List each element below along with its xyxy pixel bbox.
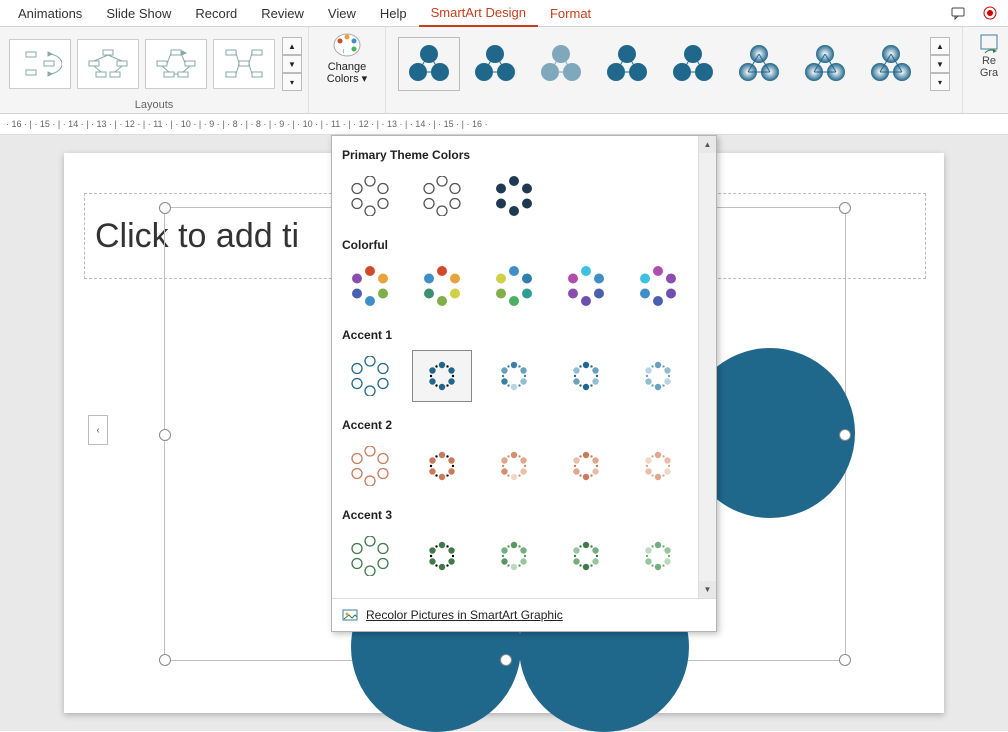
resize-handle-sw[interactable] bbox=[159, 654, 171, 666]
slide-canvas: Click to add ti [T ‹ ▲ ▼ bbox=[0, 135, 1008, 731]
color-accent2-1[interactable] bbox=[412, 440, 472, 492]
color-accent3-2[interactable] bbox=[484, 530, 544, 582]
color-colorful-2[interactable] bbox=[412, 260, 472, 312]
smartart-style-7[interactable] bbox=[794, 37, 856, 91]
color-accent1-1[interactable] bbox=[412, 350, 472, 402]
color-accent3-4[interactable] bbox=[628, 530, 688, 582]
resize-handle-e[interactable] bbox=[839, 429, 851, 441]
smartart-style-8[interactable] bbox=[860, 37, 922, 91]
text-pane-toggle[interactable]: ‹ bbox=[88, 415, 108, 445]
group-change-colors: Change Colors ▾ bbox=[309, 27, 386, 113]
section-primary: Primary Theme Colors bbox=[340, 144, 708, 168]
styles-gallery-spin: ▲▼▾ bbox=[930, 37, 950, 91]
color-primary-outline-1[interactable] bbox=[340, 170, 400, 222]
layout-option-3[interactable] bbox=[145, 39, 207, 89]
palette-icon bbox=[332, 31, 362, 59]
color-accent1-3[interactable] bbox=[556, 350, 616, 402]
resize-handle-nw[interactable] bbox=[159, 202, 171, 214]
tab-slideshow[interactable]: Slide Show bbox=[94, 0, 183, 26]
color-primary-outline-2[interactable] bbox=[412, 170, 472, 222]
group-label-layouts: Layouts bbox=[135, 97, 174, 113]
color-accent1-4[interactable] bbox=[628, 350, 688, 402]
dropdown-scrollbar[interactable]: ▲ ▼ bbox=[698, 136, 716, 598]
resize-handle-s[interactable] bbox=[500, 654, 512, 666]
styles-scroll-up[interactable]: ▲ bbox=[930, 37, 950, 55]
color-colorful-1[interactable] bbox=[340, 260, 400, 312]
tab-animations[interactable]: Animations bbox=[6, 0, 94, 26]
color-row bbox=[340, 528, 708, 594]
color-accent3-outline[interactable] bbox=[340, 530, 400, 582]
ribbon-tabs: Animations Slide Show Record Review View… bbox=[0, 0, 1008, 27]
scroll-down-button[interactable]: ▼ bbox=[699, 581, 716, 598]
smartart-style-6[interactable] bbox=[728, 37, 790, 91]
group-reset: Re Gra bbox=[963, 27, 1008, 113]
ribbon: ▲ ▼ ▾ Layouts Change Colors ▾ bbox=[0, 27, 1008, 114]
scroll-up-button[interactable]: ▲ bbox=[699, 136, 716, 153]
tab-format[interactable]: Format bbox=[538, 0, 603, 26]
tab-smartart-design[interactable]: SmartArt Design bbox=[419, 0, 538, 27]
color-colorful-3[interactable] bbox=[484, 260, 544, 312]
color-row bbox=[340, 258, 708, 324]
section-accent3: Accent 3 bbox=[340, 504, 708, 528]
smartart-style-5[interactable] bbox=[662, 37, 724, 91]
resize-handle-se[interactable] bbox=[839, 654, 851, 666]
color-row bbox=[340, 438, 708, 504]
tab-record[interactable]: Record bbox=[183, 0, 249, 26]
group-layouts: ▲ ▼ ▾ Layouts bbox=[0, 27, 309, 113]
color-colorful-4[interactable] bbox=[556, 260, 616, 312]
color-row bbox=[340, 168, 708, 234]
section-accent1: Accent 1 bbox=[340, 324, 708, 348]
smartart-style-1[interactable] bbox=[398, 37, 460, 91]
smartart-style-3[interactable] bbox=[530, 37, 592, 91]
tab-review[interactable]: Review bbox=[249, 0, 316, 26]
tab-view[interactable]: View bbox=[316, 0, 368, 26]
horizontal-ruler: · 16 · | · 15 · | · 14 · | · 13 · | · 12… bbox=[0, 114, 1008, 135]
comments-button[interactable] bbox=[946, 1, 970, 25]
tab-help[interactable]: Help bbox=[368, 0, 419, 26]
layout-option-4[interactable] bbox=[213, 39, 275, 89]
color-accent1-outline[interactable] bbox=[340, 350, 400, 402]
recolor-pictures-option[interactable]: Recolor Pictures in SmartArt Graphic bbox=[332, 598, 716, 631]
color-accent1-2[interactable] bbox=[484, 350, 544, 402]
color-accent3-1[interactable] bbox=[412, 530, 472, 582]
layout-option-1[interactable] bbox=[9, 39, 71, 89]
layouts-expand[interactable]: ▾ bbox=[282, 73, 302, 91]
record-button[interactable] bbox=[978, 1, 1002, 25]
styles-scroll-down[interactable]: ▼ bbox=[930, 55, 950, 73]
section-colorful: Colorful bbox=[340, 234, 708, 258]
section-accent2: Accent 2 bbox=[340, 414, 708, 438]
resize-handle-w[interactable] bbox=[159, 429, 171, 441]
layouts-scroll-up[interactable]: ▲ bbox=[282, 37, 302, 55]
styles-expand[interactable]: ▾ bbox=[930, 73, 950, 91]
color-accent2-3[interactable] bbox=[556, 440, 616, 492]
color-accent2-4[interactable] bbox=[628, 440, 688, 492]
color-colorful-5[interactable] bbox=[628, 260, 688, 312]
chevron-down-icon: ▾ bbox=[362, 73, 368, 85]
color-accent2-outline[interactable] bbox=[340, 440, 400, 492]
reset-graphic-icon[interactable] bbox=[977, 31, 1001, 55]
change-colors-dropdown: ▲ ▼ Primary Theme Colors Colorful Accent 1… bbox=[331, 135, 717, 632]
color-accent2-2[interactable] bbox=[484, 440, 544, 492]
change-colors-button[interactable]: Change Colors ▾ bbox=[315, 31, 379, 85]
color-accent3-3[interactable] bbox=[556, 530, 616, 582]
color-row bbox=[340, 348, 708, 414]
smartart-style-4[interactable] bbox=[596, 37, 658, 91]
layouts-scroll-down[interactable]: ▼ bbox=[282, 55, 302, 73]
group-smartart-styles: ▲▼▾ bbox=[386, 27, 963, 113]
color-primary-dark[interactable] bbox=[484, 170, 544, 222]
smartart-style-2[interactable] bbox=[464, 37, 526, 91]
picture-icon bbox=[342, 607, 358, 623]
layout-option-2[interactable] bbox=[77, 39, 139, 89]
layouts-gallery-spin: ▲ ▼ ▾ bbox=[282, 37, 302, 91]
resize-handle-ne[interactable] bbox=[839, 202, 851, 214]
